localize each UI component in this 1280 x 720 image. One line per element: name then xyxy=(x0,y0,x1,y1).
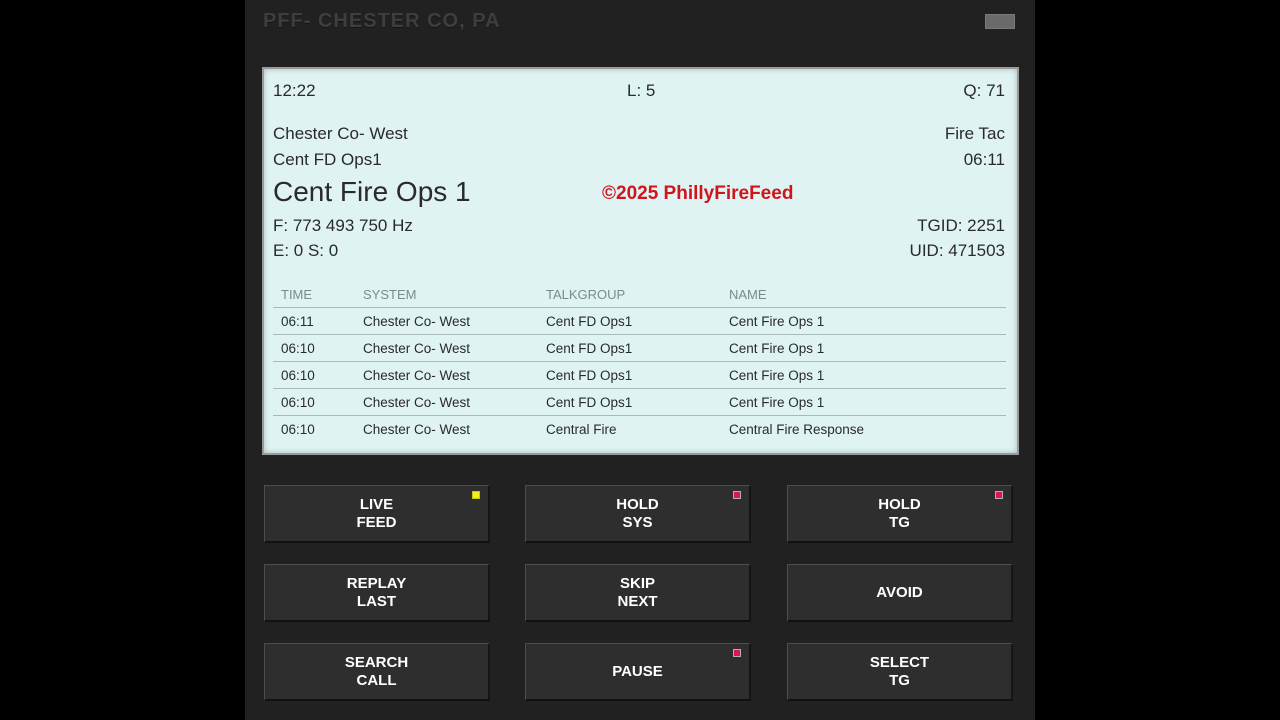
live-feed-button[interactable]: LIVE FEED xyxy=(264,485,490,543)
pause-led-icon xyxy=(733,649,741,657)
watermark: ©2025 PhillyFireFeed xyxy=(602,183,794,204)
table-row[interactable]: 06:10 Chester Co- West Cent FD Ops1 Cent… xyxy=(273,388,1006,416)
avoid-label: AVOID xyxy=(876,583,923,601)
cell-talkgroup: Central Fire xyxy=(546,421,617,437)
live-feed-label: LIVE FEED xyxy=(356,495,397,531)
pause-button[interactable]: PAUSE xyxy=(525,643,751,701)
error-status: E: 0 S: 0 xyxy=(273,241,339,260)
avoid-button[interactable]: AVOID xyxy=(787,564,1013,622)
channel-name: Cent Fire Ops 1 xyxy=(273,176,471,207)
cell-system: Chester Co- West xyxy=(355,361,538,389)
hold-tg-led-icon xyxy=(995,491,1003,499)
header-talkgroup: TALKGROUP xyxy=(538,281,721,308)
cell-time: 06:10 xyxy=(273,361,355,389)
frequency: F: 773 493 750 Hz xyxy=(273,216,413,235)
hold-sys-button[interactable]: HOLD SYS xyxy=(525,485,751,543)
table-row[interactable]: 06:11 Chester Co- West Cent FD Ops1 Cent… xyxy=(273,307,1006,335)
cell-name: Cent Fire Ops 1 xyxy=(721,361,1006,389)
system-name: Chester Co- West xyxy=(273,124,408,143)
panel-title: PFF- CHESTER CO, PA xyxy=(263,10,501,32)
cell-talkgroup: Cent FD Ops1 xyxy=(538,307,721,335)
clock: 12:22 xyxy=(273,81,316,100)
level-indicator: L: 5 xyxy=(627,81,656,100)
cell-name: Cent Fire Ops 1 xyxy=(721,334,1006,362)
table-row[interactable]: 06:10 Chester Co- West Cent FD Ops1 Cent… xyxy=(273,361,1006,389)
uid: UID: 471503 xyxy=(909,241,1005,260)
cell-talkgroup: Cent FD Ops1 xyxy=(538,388,721,416)
cell-name: Cent Fire Ops 1 xyxy=(721,307,1006,335)
table-row[interactable]: 06:10 Chester Co- West Cent FD Ops1 Cent… xyxy=(273,334,1006,362)
pause-label: PAUSE xyxy=(612,662,663,680)
call-log-table: TIME SYSTEM TALKGROUP NAME 06:11 Chester… xyxy=(273,281,1006,442)
hold-tg-label: HOLD TG xyxy=(878,495,921,531)
hold-sys-led-icon xyxy=(733,491,741,499)
scanner-display: 12:22 L: 5 Q: 71 Chester Co- West Fire T… xyxy=(262,67,1019,455)
replay-last-label: REPLAY LAST xyxy=(346,574,407,610)
menu-icon[interactable] xyxy=(985,14,1015,29)
hold-tg-button[interactable]: HOLD TG xyxy=(787,485,1013,543)
search-call-button[interactable]: SEARCH CALL xyxy=(264,643,490,701)
cell-name: Central Fire Response xyxy=(729,421,865,437)
cell-time: 06:11 xyxy=(273,307,355,335)
queue-count: Q: 71 xyxy=(963,81,1005,100)
header-system: SYSTEM xyxy=(355,281,538,308)
header-time: TIME xyxy=(273,281,355,308)
table-row[interactable]: 06:10 Chester Co- West Central Fire Cent… xyxy=(273,416,1006,443)
cell-name: Cent Fire Ops 1 xyxy=(721,388,1006,416)
cell-talkgroup: Cent FD Ops1 xyxy=(538,334,721,362)
cell-time: 06:10 xyxy=(273,388,355,416)
cell-system: Chester Co- West xyxy=(363,421,471,437)
cell-time: 06:10 xyxy=(273,334,355,362)
table-header-row: TIME SYSTEM TALKGROUP NAME xyxy=(273,281,1006,308)
header-name: NAME xyxy=(721,281,1006,308)
cell-system: Chester Co- West xyxy=(355,307,538,335)
cell-time: 06:10 xyxy=(281,421,315,437)
skip-next-button[interactable]: SKIP NEXT xyxy=(525,564,751,622)
select-tg-button[interactable]: SELECT TG xyxy=(787,643,1013,701)
cell-talkgroup: Cent FD Ops1 xyxy=(538,361,721,389)
replay-last-button[interactable]: REPLAY LAST xyxy=(264,564,490,622)
tgid: TGID: 2251 xyxy=(917,216,1005,235)
talkgroup-name: Cent FD Ops1 xyxy=(273,150,382,169)
scanner-panel: PFF- CHESTER CO, PA 12:22 L: 5 Q: 71 Che… xyxy=(245,0,1035,720)
cell-system: Chester Co- West xyxy=(355,388,538,416)
hold-sys-label: HOLD SYS xyxy=(616,495,659,531)
search-call-label: SEARCH CALL xyxy=(344,653,409,689)
talkgroup-category: Fire Tac xyxy=(944,124,1005,143)
select-tg-label: SELECT TG xyxy=(869,653,930,689)
skip-next-label: SKIP NEXT xyxy=(617,574,658,610)
cell-system: Chester Co- West xyxy=(355,334,538,362)
live-feed-led-icon xyxy=(472,491,480,499)
last-call-time: 06:11 xyxy=(963,150,1005,169)
